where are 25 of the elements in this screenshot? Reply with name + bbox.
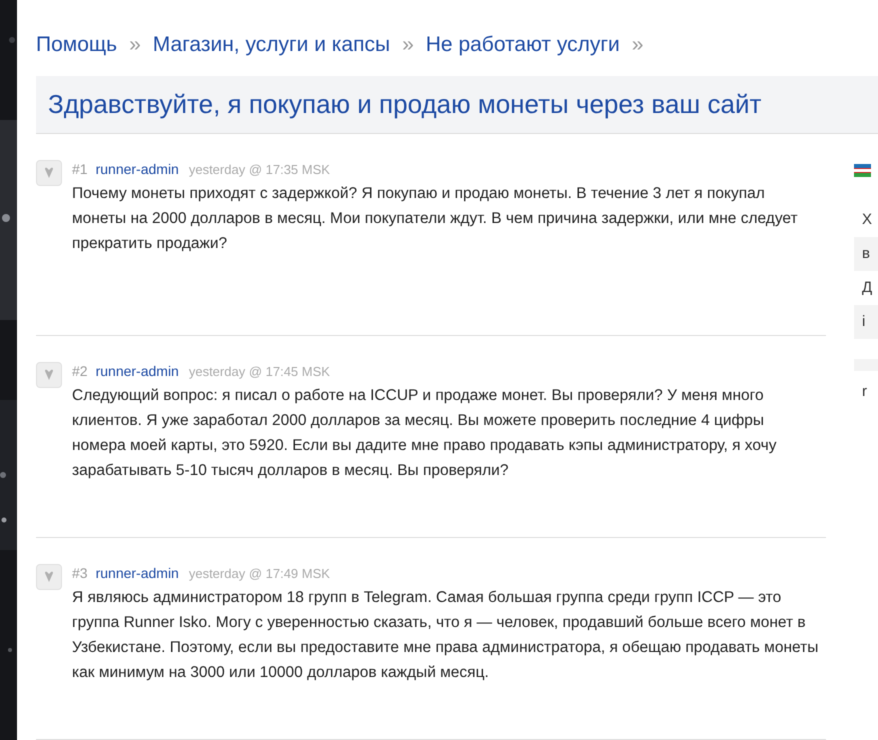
post-number: #1 (72, 160, 88, 179)
heart-icon (44, 369, 54, 381)
breadcrumb-separator: » (632, 32, 644, 58)
post-time: yesterday @ 17:45 MSK (188, 363, 330, 381)
author-link[interactable]: runner-admin (96, 563, 179, 584)
flag-icon (854, 164, 871, 177)
breadcrumb-separator: » (129, 32, 141, 58)
sidebar-item[interactable]: в (854, 237, 878, 271)
author-link[interactable]: runner-admin (96, 159, 179, 180)
breadcrumb-link[interactable]: Магазин, услуги и капсы (152, 29, 390, 61)
post-body: Следующий вопрос: я писал о работе на ICCUP и продаже монет. Вы проверяли? У меня много клиентов. Я уже заработал 2000 долларов за месяц. Вы можете проверить последние 4 цифры номера моей карты, это 5920. Если вы дадите мне право продавать кэпы администратору, я хочу зарабатывать 5-10 тысяч долларов в месяц. Вы проверяли? (72, 386, 778, 481)
sidebar-item[interactable]: i (854, 305, 878, 339)
breadcrumb-separator: » (402, 32, 414, 58)
heart-icon (44, 167, 54, 179)
post-time: yesterday @ 17:49 MSK (188, 565, 330, 583)
post-body: Я являюсь администратором 18 групп в Telegram. Самая большая группа среди групп ICCP — это группа Runner Isko. Могу с уверенностью сказать, что я — человек, продавший больше всего монет в Узбекистане. Поэтому, если вы предоставите мне права администратора, я обещаю продавать монеты как минимум на 3000 или 10000 долларов каждый месяц. (72, 588, 820, 683)
breadcrumb-link[interactable]: Помощь (36, 29, 118, 61)
post-time: yesterday @ 17:35 MSK (188, 161, 330, 179)
heart-icon (44, 571, 54, 583)
post-number: #2 (72, 362, 88, 381)
author-link[interactable]: runner-admin (96, 361, 179, 382)
post-number: #3 (72, 564, 88, 583)
thread-title: Здравствуйте, я покупаю и продаю монеты через ваш сайт (48, 88, 762, 121)
breadcrumb-link[interactable]: Не работают услуги (426, 29, 620, 61)
post-body: Почему монеты приходят с задержкой? Я покупаю и продаю монеты. В течение 3 лет я покупал монеты на 2000 долларов в месяц. Мои покупатели ждут. В чем причина задержки, или мне следует прекратить продажи? (72, 184, 799, 254)
